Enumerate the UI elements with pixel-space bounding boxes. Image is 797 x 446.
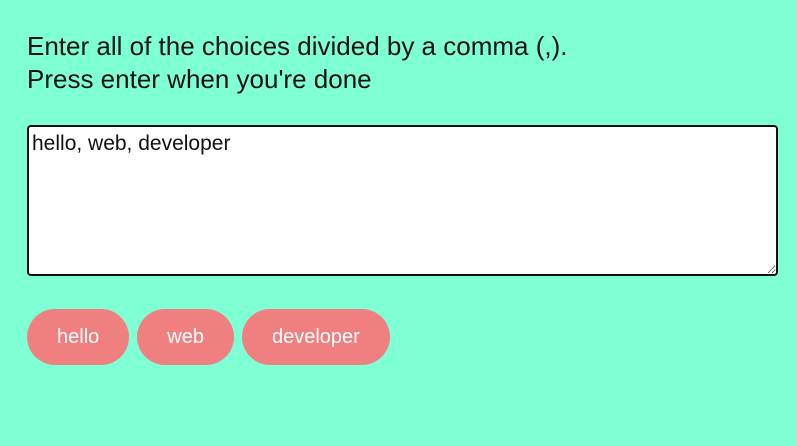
tag-web[interactable]: web [137,309,234,365]
instructions-line-1: Enter all of the choices divided by a co… [27,31,568,61]
tags-container: hello web developer [27,309,778,365]
instructions-line-2: Press enter when you're done [27,64,372,94]
tag-hello[interactable]: hello [27,309,130,365]
tag-developer[interactable]: developer [241,309,390,365]
instructions-heading: Enter all of the choices divided by a co… [27,30,778,96]
textarea-wrapper: hello, web, developer [27,125,778,276]
main-container: Enter all of the choices divided by a co… [27,30,778,365]
choices-textarea[interactable]: hello, web, developer [27,125,778,276]
